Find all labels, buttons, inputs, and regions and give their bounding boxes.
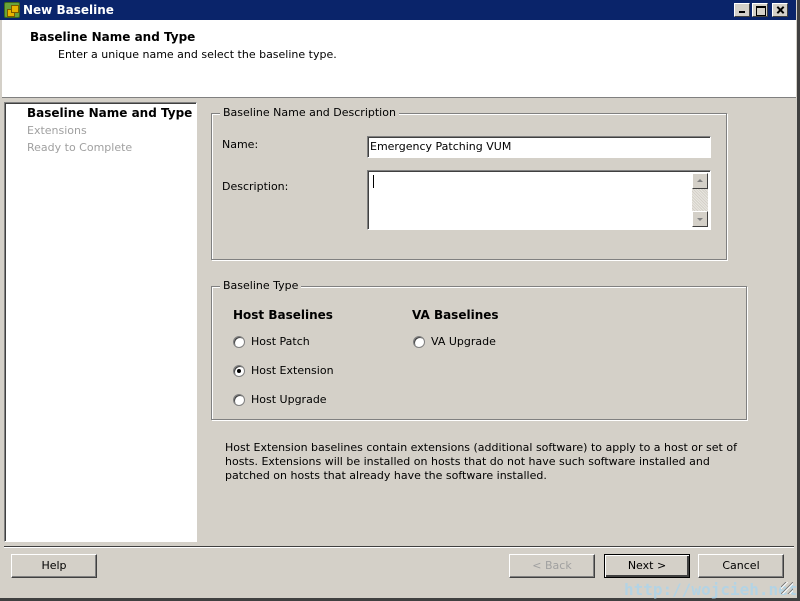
radio-label: VA Upgrade (431, 335, 496, 348)
radio-host-extension[interactable]: Host Extension (233, 364, 334, 377)
description-scrollbar[interactable] (692, 173, 708, 227)
group-legend: Baseline Type (220, 279, 302, 292)
maximize-button[interactable] (752, 3, 768, 17)
radio-button-checked[interactable] (233, 364, 245, 377)
back-button: < Back (509, 554, 595, 578)
title-bar[interactable]: New Baseline (0, 0, 796, 20)
window-title: New Baseline (23, 3, 114, 17)
step-ready-to-complete: Ready to Complete (27, 141, 133, 154)
radio-label: Host Upgrade (251, 393, 327, 406)
radio-label: Host Patch (251, 335, 310, 348)
radio-host-upgrade[interactable]: Host Upgrade (233, 393, 327, 406)
new-baseline-dialog: New Baseline Baseline Name and Type Ente… (0, 0, 800, 601)
radio-button[interactable] (233, 393, 245, 406)
next-button[interactable]: Next > (604, 554, 690, 578)
scroll-up-icon[interactable] (692, 173, 708, 189)
description-textarea[interactable] (367, 170, 711, 230)
footer-divider (4, 546, 794, 548)
window-controls (734, 3, 788, 17)
text-caret (373, 175, 374, 188)
radio-va-upgrade[interactable]: VA Upgrade (413, 335, 496, 348)
group-legend: Baseline Name and Description (220, 106, 399, 119)
page-title: Baseline Name and Type (30, 30, 196, 44)
va-baselines-heading: VA Baselines (412, 308, 499, 322)
step-extensions: Extensions (27, 124, 87, 137)
description-label: Description: (222, 180, 289, 193)
name-input[interactable]: Emergency Patching VUM (367, 136, 711, 158)
minimize-button[interactable] (734, 3, 750, 17)
radio-button[interactable] (413, 335, 425, 348)
radio-host-patch[interactable]: Host Patch (233, 335, 310, 348)
name-label: Name: (222, 138, 259, 151)
scroll-down-icon[interactable] (692, 211, 708, 227)
wizard-header: Baseline Name and Type Enter a unique na… (2, 20, 796, 98)
radio-label: Host Extension (251, 364, 334, 377)
close-button[interactable] (772, 3, 788, 17)
step-baseline-name-and-type[interactable]: Baseline Name and Type (27, 106, 192, 120)
radio-button[interactable] (233, 335, 245, 348)
host-baselines-heading: Host Baselines (233, 308, 333, 322)
vsphere-app-icon (4, 2, 20, 18)
page-subtitle: Enter a unique name and select the basel… (58, 48, 337, 61)
help-button[interactable]: Help (11, 554, 97, 578)
baseline-type-explanation: Host Extension baselines contain extensi… (225, 441, 737, 482)
cancel-button[interactable]: Cancel (698, 554, 784, 578)
wizard-steps-panel: Baseline Name and Type Extensions Ready … (4, 102, 197, 542)
resize-grip-icon[interactable] (781, 582, 793, 594)
watermark-text: http://wojcieh.net (624, 580, 798, 599)
